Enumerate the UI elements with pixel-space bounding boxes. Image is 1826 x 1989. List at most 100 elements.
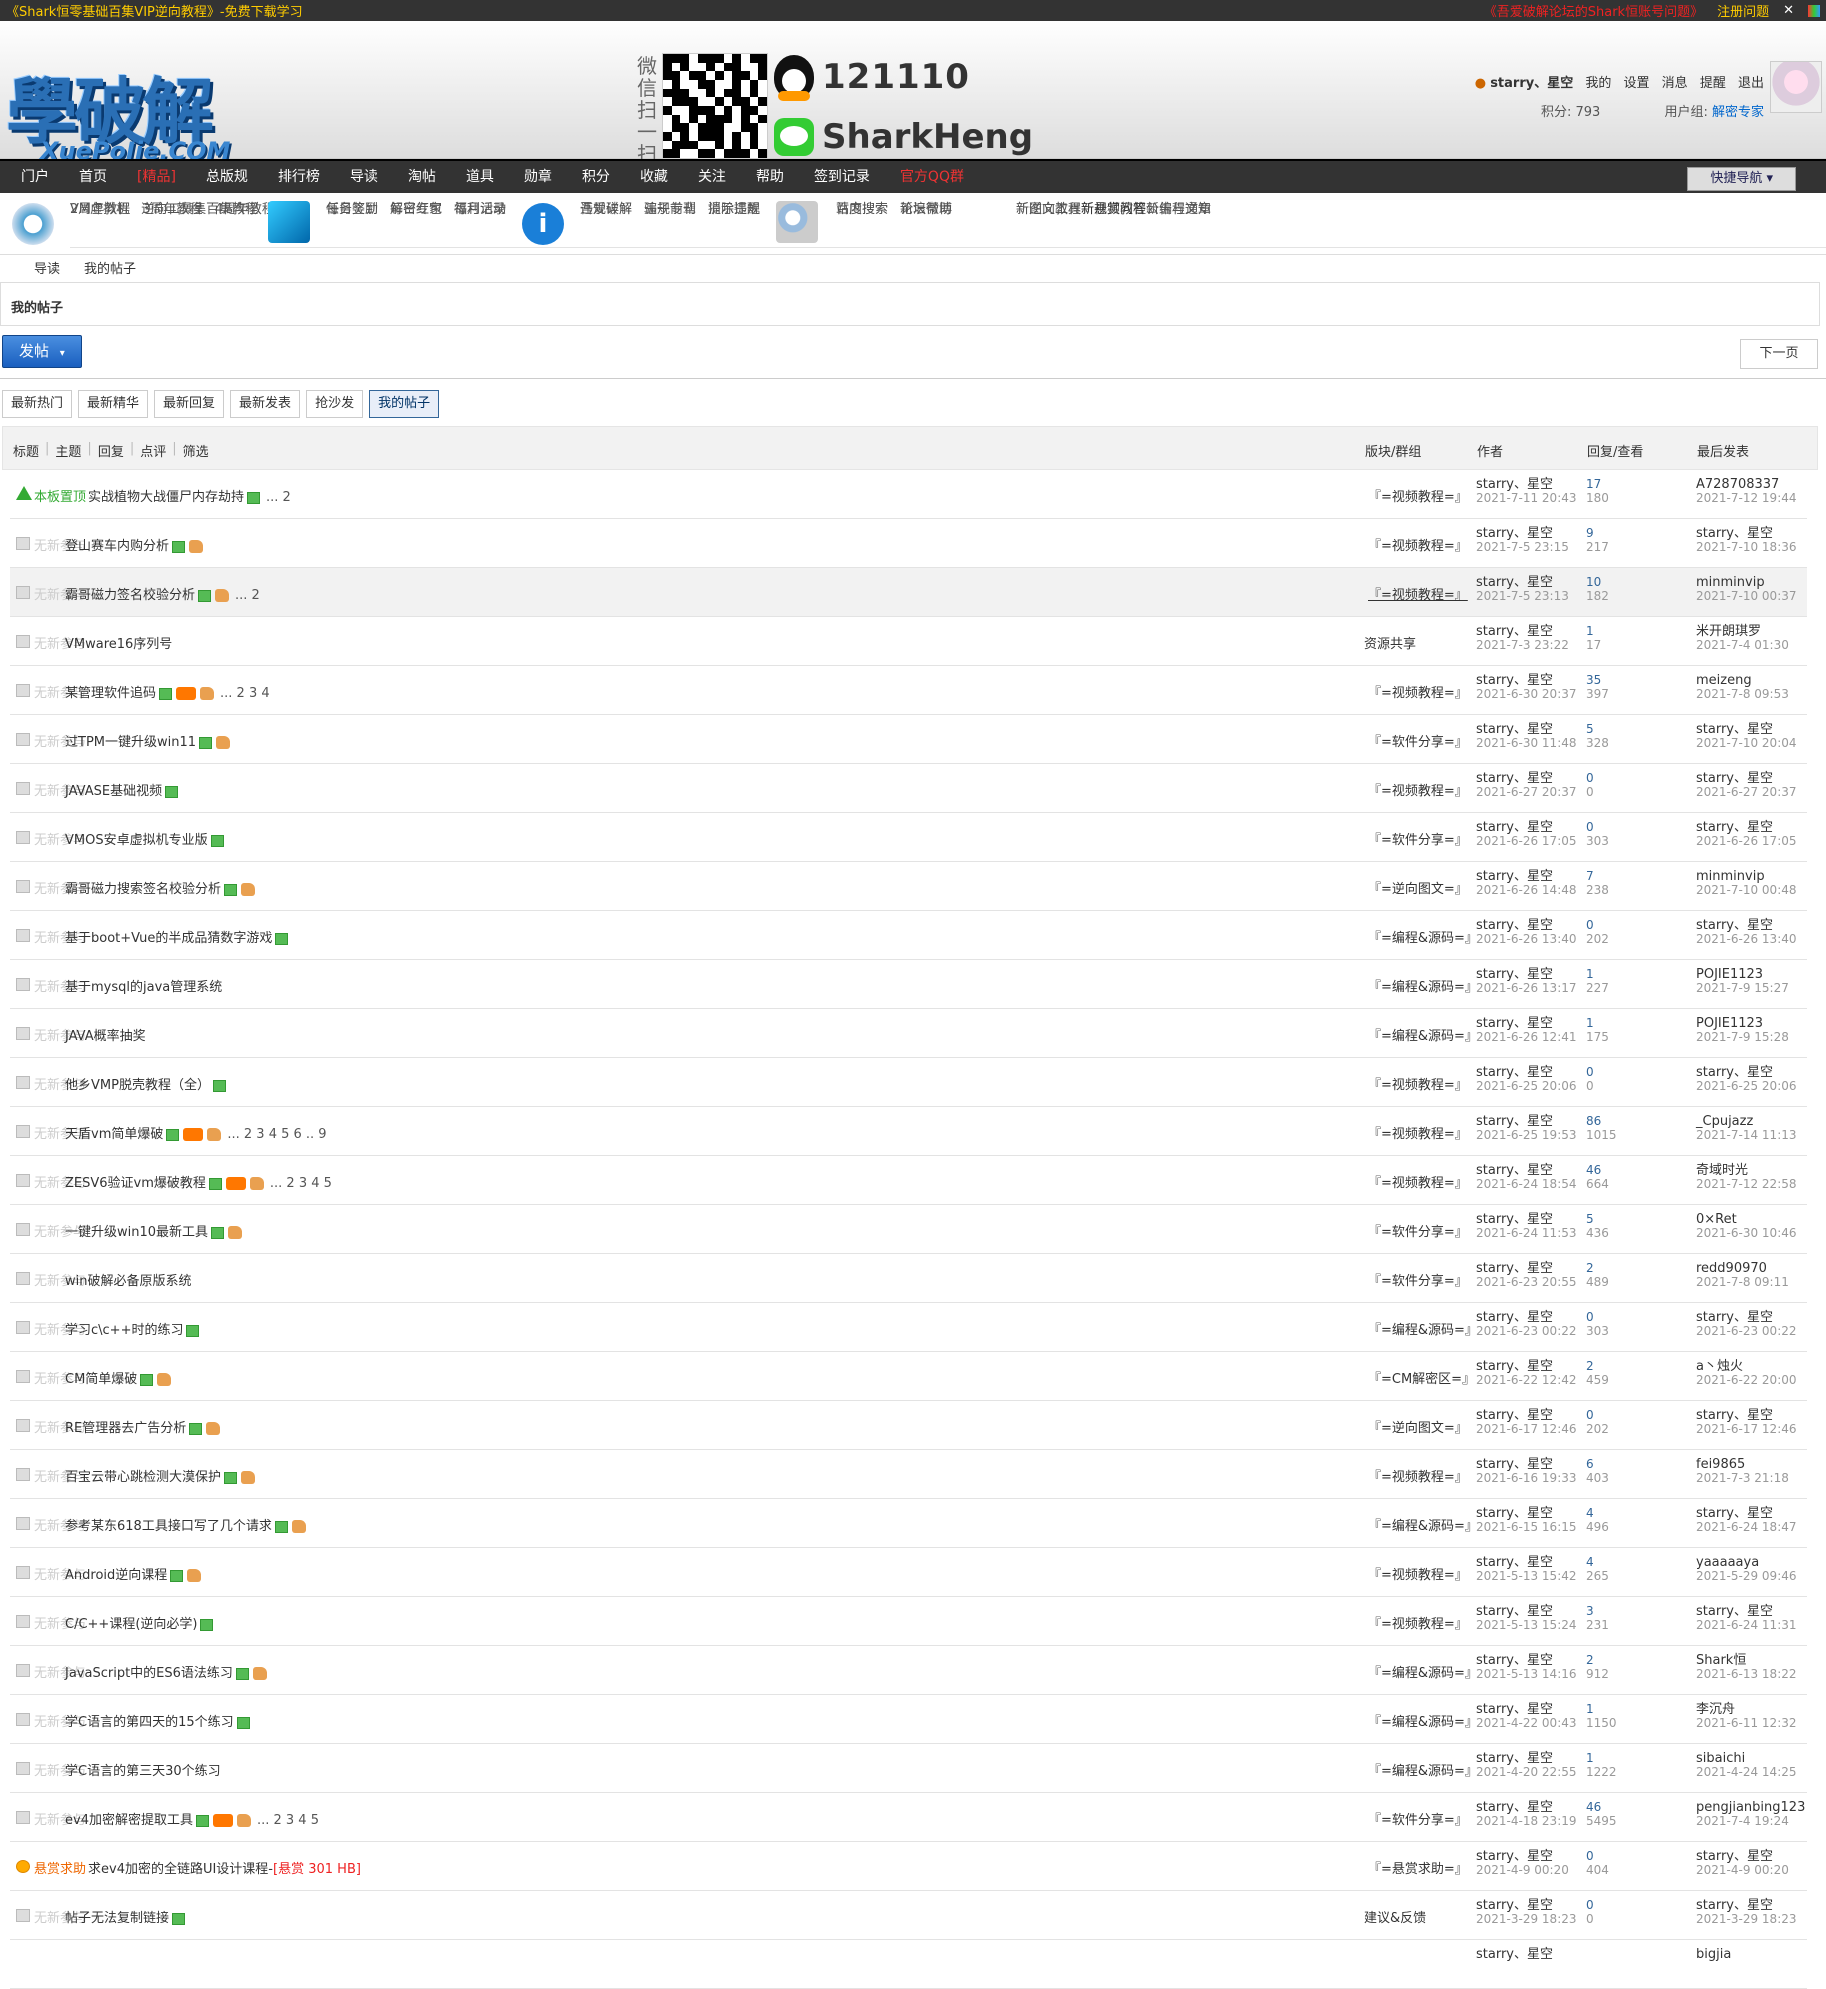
table-row[interactable]: 无新参与 ev4加密解密提取工具... 2 3 4 5 『=软件分享=』 starry…: [10, 1793, 1807, 1842]
table-row[interactable]: 无新参与 VMOS安卓虚拟机专业版 『=软件分享=』 starry、星空 2021-6-…: [10, 813, 1807, 862]
thread-title-link[interactable]: VMware16序列号: [65, 637, 172, 652]
last-post-date[interactable]: 2021-7-12 19:44: [1696, 492, 1797, 505]
thread-author[interactable]: starry、星空: [1476, 722, 1553, 737]
last-post-user[interactable]: starry、星空: [1696, 526, 1773, 541]
last-post-date[interactable]: 2021-6-13 18:22: [1696, 1668, 1797, 1681]
last-post-user[interactable]: starry、星空: [1696, 1604, 1773, 1619]
thread-author[interactable]: starry、星空: [1476, 1849, 1553, 1864]
tab-3[interactable]: 最新发表: [230, 390, 301, 418]
thread-author[interactable]: starry、星空: [1476, 820, 1553, 835]
table-row[interactable]: 无新参与 帖子无法复制链接 建议&反馈 starry、星空 2021-3-29 18:2…: [10, 1891, 1807, 1940]
thread-author[interactable]: starry、星空: [1476, 1751, 1553, 1766]
nav-item-6[interactable]: 淘帖: [393, 160, 451, 194]
thread-title-link[interactable]: CM简单爆破: [65, 1372, 137, 1387]
thread-title-link[interactable]: 登山赛车内购分析: [65, 539, 169, 554]
last-post-date[interactable]: 2021-6-26 17:05: [1696, 835, 1797, 848]
last-post-user[interactable]: 李沉舟: [1696, 1702, 1735, 1717]
thread-forum[interactable]: 『=编程&源码=』: [1368, 976, 1478, 995]
last-post-date[interactable]: 2021-7-14 11:13: [1696, 1129, 1797, 1142]
thread-forum[interactable]: 『=软件分享=』: [1368, 1270, 1468, 1289]
table-row[interactable]: 无新参与 一键升级win10最新工具 『=软件分享=』 starry、星空 2021-6…: [10, 1205, 1807, 1254]
table-row[interactable]: 无新参与 基于boot+Vue的半成品猜数字游戏 『=编程&源码=』 starry、星…: [10, 911, 1807, 960]
table-row[interactable]: 无新参与 学C语言的第四天的15个练习 『=编程&源码=』 starry、星空 2021…: [10, 1695, 1807, 1744]
table-row[interactable]: starry、星空 bigjia: [10, 1940, 1807, 1989]
last-post-user[interactable]: starry、星空: [1696, 820, 1773, 835]
last-post-user[interactable]: POJIE1123: [1696, 1016, 1763, 1031]
thread-forum[interactable]: 『=逆向图文=』: [1368, 878, 1468, 897]
thread-title-link[interactable]: Android逆向课程: [65, 1568, 167, 1583]
thread-title-link[interactable]: RE管理器去广告分析: [65, 1421, 186, 1436]
tab-4[interactable]: 抢沙发: [306, 390, 364, 418]
last-post-date[interactable]: 2021-7-4 19:24: [1696, 1815, 1805, 1828]
thread-author[interactable]: starry、星空: [1476, 1800, 1553, 1815]
close-icon[interactable]: ✕: [1783, 3, 1794, 18]
thread-forum[interactable]: 『=编程&源码=』: [1368, 1515, 1478, 1534]
thread-title-link[interactable]: 实战植物大战僵尸内存劫持: [88, 490, 244, 505]
site-logo[interactable]: 學破解 XuePoJie.COM: [6, 53, 236, 171]
filter-3[interactable]: 点评: [140, 441, 166, 460]
table-row[interactable]: 无新参与 C/C++课程(逆向必学) 『=视频教程=』 starry、星空 2021-5…: [10, 1597, 1807, 1646]
next-page-button[interactable]: 下一页: [1740, 339, 1818, 369]
thread-title-link[interactable]: 求ev4加密的全链路UI设计课程-: [88, 1862, 273, 1877]
nav-item-10[interactable]: 收藏: [625, 160, 683, 194]
link-expert[interactable]: 解密专家: [390, 202, 442, 217]
thread-forum[interactable]: 『=编程&源码=』: [1368, 927, 1478, 946]
last-post-date[interactable]: 2021-4-9 00:20: [1696, 1864, 1789, 1877]
thread-title-link[interactable]: 学习c\c++时的练习: [65, 1323, 183, 1338]
thread-pages[interactable]: ... 2 3 4: [220, 686, 270, 701]
thread-forum[interactable]: 『=软件分享=』: [1368, 829, 1468, 848]
thread-author[interactable]: starry、星空: [1476, 1359, 1553, 1374]
thread-author[interactable]: starry、星空: [1476, 1702, 1553, 1717]
thread-title-link[interactable]: 霸哥磁力签名校验分析: [65, 588, 195, 603]
thread-title-link[interactable]: 过TPM一键升级win11: [65, 735, 196, 750]
menu-reminders[interactable]: 提醒: [1700, 76, 1726, 91]
thread-author[interactable]: starry、星空: [1476, 1310, 1553, 1325]
link-3y[interactable]: 3周年教程: [142, 202, 202, 217]
link-violators[interactable]: 违规前辈: [644, 202, 696, 217]
thread-forum[interactable]: 资源共享: [1364, 633, 1416, 652]
nav-item-9[interactable]: 积分: [567, 160, 625, 194]
thread-forum[interactable]: 『=视频教程=』: [1368, 1564, 1468, 1583]
last-post-date[interactable]: 2021-7-12 22:58: [1696, 1178, 1797, 1191]
thread-author[interactable]: starry、星空: [1476, 575, 1553, 590]
table-row[interactable]: 无新参与 ZESV6验证vm爆破教程... 2 3 4 5 『=视频教程=』 star…: [10, 1156, 1807, 1205]
thread-title-link[interactable]: 参考某东618工具接口写了几个请求: [65, 1519, 272, 1534]
thread-author[interactable]: starry、星空: [1476, 1261, 1553, 1276]
last-post-date[interactable]: 2021-7-10 00:37: [1696, 590, 1797, 603]
last-post-user[interactable]: 0×Ret: [1696, 1212, 1737, 1227]
nav-item-1[interactable]: 首页: [64, 160, 122, 194]
nav-item-4[interactable]: 排行榜: [263, 160, 335, 194]
tab-5[interactable]: 我的帖子: [369, 390, 440, 418]
table-row[interactable]: 无新参与 学习c\c++时的练习 『=编程&源码=』 starry、星空 2021-6-…: [10, 1303, 1807, 1352]
last-post-user[interactable]: starry、星空: [1696, 771, 1773, 786]
last-post-user[interactable]: starry、星空: [1696, 1506, 1773, 1521]
thread-author[interactable]: starry、星空: [1476, 624, 1553, 639]
table-row[interactable]: 无新参与 CM简单爆破 『=CM解密区=』 starry、星空 2021-6-22 12…: [10, 1352, 1807, 1401]
thread-forum[interactable]: 『=编程&源码=』: [1368, 1760, 1478, 1779]
thread-forum[interactable]: 『=编程&源码=』: [1368, 1662, 1478, 1681]
promo-link[interactable]: 《Shark恒零基础百集VIP逆向教程》-免费下载学习: [6, 1, 303, 20]
last-post-date[interactable]: 2021-6-27 20:37: [1696, 786, 1797, 799]
tab-2[interactable]: 最新回复: [154, 390, 225, 418]
thread-author[interactable]: starry、星空: [1476, 869, 1553, 884]
thread-pages[interactable]: ... 2 3 4 5: [270, 1176, 332, 1191]
thread-author[interactable]: starry、星空: [1476, 1653, 1553, 1668]
thread-title-link[interactable]: C/C++课程(逆向必学): [65, 1617, 197, 1632]
thread-author[interactable]: starry、星空: [1476, 771, 1553, 786]
thread-title-link[interactable]: 学C语言的第四天的15个练习: [65, 1715, 234, 1730]
thread-author[interactable]: starry、星空: [1476, 1163, 1553, 1178]
last-post-user[interactable]: fei9865: [1696, 1457, 1745, 1472]
nav-item-7[interactable]: 道具: [451, 160, 509, 194]
nav-item-8[interactable]: 勋章: [509, 160, 567, 194]
last-post-date[interactable]: 2021-7-3 21:18: [1696, 1472, 1789, 1485]
menu-settings[interactable]: 设置: [1624, 76, 1650, 91]
avatar[interactable]: [1770, 61, 1822, 113]
thread-author[interactable]: starry、星空: [1476, 918, 1553, 933]
table-row[interactable]: 无新参与 百宝云带心跳检测大漠保护 『=视频教程=』 starry、星空 2021-6-…: [10, 1450, 1807, 1499]
link-rules[interactable]: 违规详解: [580, 202, 632, 217]
nav-item-3[interactable]: 总版规: [191, 160, 263, 194]
filter-4[interactable]: 筛选: [183, 441, 209, 460]
link-new-qa[interactable]: 新悬赏问答: [1081, 202, 1146, 217]
last-post-date[interactable]: 2021-6-22 20:00: [1696, 1374, 1797, 1387]
table-row[interactable]: 无新参与 参考某东618工具接口写了几个请求 『=编程&源码=』 starry、星空 2…: [10, 1499, 1807, 1548]
